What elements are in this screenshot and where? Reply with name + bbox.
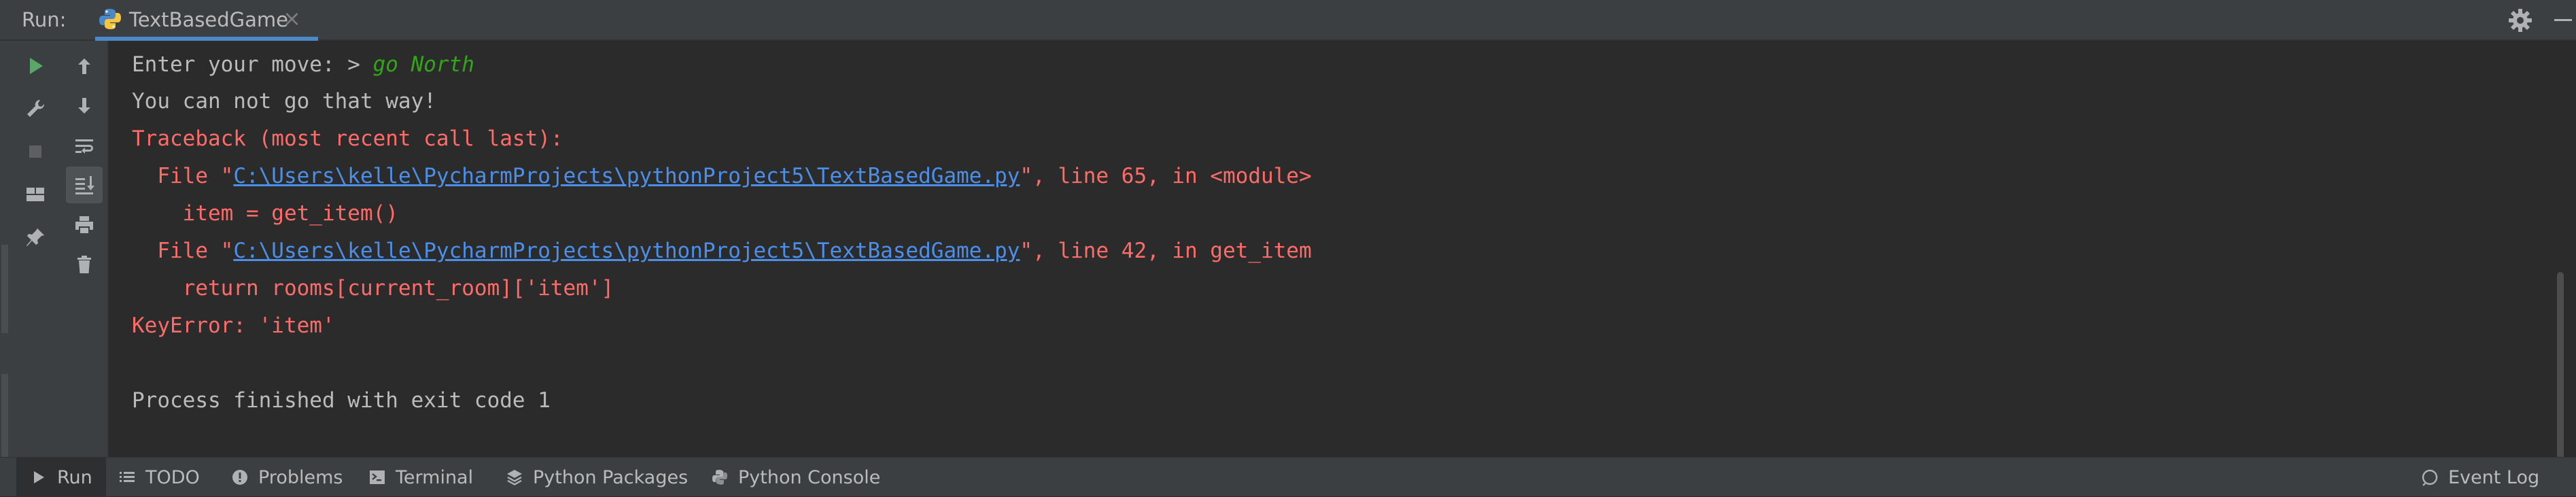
list-icon [120,472,135,482]
print-icon [75,216,93,235]
previous-occurrence-button[interactable] [66,48,103,85]
user-input: go North [372,52,474,77]
frame-suffix: ", line 42, in get_item [1020,239,1312,263]
play-icon [30,58,43,74]
side-tool-strip [0,41,12,483]
traceback-header: Traceback (most recent call last): [132,126,563,151]
run-label: Run: [22,8,67,31]
frame-prefix: File " [132,239,234,263]
rerun-button[interactable] [17,48,54,84]
tool-tab-todo[interactable]: TODO [118,458,200,497]
frame-suffix: ", line 65, in <module> [1020,164,1312,188]
gear-icon[interactable] [2507,7,2534,34]
wrench-icon [27,99,45,117]
trash-icon [77,256,91,273]
console-line: You can not go that way! [132,89,436,114]
traceback-frame: File "C:\Users\kelle\PycharmProjects\pyt… [132,158,1312,194]
tool-tab-problems[interactable]: Problems [231,458,343,497]
play-icon [34,471,44,483]
pin-tab-button[interactable] [17,219,54,256]
soft-wrap-button[interactable] [66,128,103,165]
minimize-icon[interactable] [2554,19,2572,21]
run-tool-window-header: Run: TextBasedGame × [0,0,2576,41]
error-message: KeyError: 'item' [132,313,335,338]
event-log-icon [2422,469,2438,486]
input-prompt: Enter your move: > [132,52,373,77]
tool-window-bar: Run TODO Problems Terminal Python Packag… [0,457,2576,497]
python-icon [712,470,727,485]
pin-icon [27,228,44,246]
structure-side-tab[interactable] [1,245,8,333]
traceback-code: return rooms[current_room]['item'] [132,276,614,301]
tool-tab-label: TODO [145,466,200,488]
scroll-to-end-button[interactable] [66,167,103,203]
run-toolbar-primary [11,41,60,457]
traceback-frame: File "C:\Users\kelle\PycharmProjects\pyt… [132,233,1312,269]
tool-tab-label: Run [57,466,92,488]
tool-tab-event-log[interactable]: Event Log [2421,458,2539,497]
console-line: Enter your move: > go North [132,46,474,83]
traceback-code: item = get_item() [132,201,398,226]
next-occurrence-button[interactable] [66,87,103,124]
edit-configuration-button[interactable] [17,90,54,127]
python-file-icon [99,9,121,29]
tab-label: TextBasedGame [129,8,289,31]
tool-tab-label: Python Packages [533,466,689,488]
tool-tab-python-packages[interactable]: Python Packages [506,458,688,497]
tool-tab-label: Python Console [738,466,881,488]
info-icon [232,470,247,485]
arrow-up-icon [78,58,90,74]
restore-layout-button[interactable] [17,176,54,213]
layers-icon [507,470,522,485]
run-toolbar-secondary [60,41,109,457]
file-path-link[interactable]: C:\Users\kelle\PycharmProjects\pythonPro… [233,164,1020,188]
exit-status-line: Process finished with exit code 1 [132,388,551,413]
terminal-icon [370,470,385,484]
close-icon[interactable]: × [283,5,301,31]
frame-prefix: File " [132,164,234,188]
arrow-down-icon [78,98,90,114]
scroll-to-end-icon [75,176,94,194]
layout-icon [27,188,44,201]
clear-all-button[interactable] [66,246,103,283]
tool-tab-label: Problems [258,466,343,488]
console-output[interactable]: Enter your move: > go North You can not … [110,41,2576,490]
soft-wrap-icon [75,139,93,154]
print-button[interactable] [66,207,103,243]
tool-tab-label: Event Log [2448,466,2540,488]
tool-tab-run[interactable]: Run [16,458,106,497]
tool-tab-label: Terminal [396,466,474,488]
tool-tab-terminal[interactable]: Terminal [368,458,473,497]
tab-textbasedgame[interactable]: TextBasedGame × [95,0,319,41]
stop-icon [29,145,41,158]
file-path-link[interactable]: C:\Users\kelle\PycharmProjects\pythonPro… [233,239,1020,263]
stop-button[interactable] [17,133,54,170]
tool-tab-python-console[interactable]: Python Console [711,458,880,497]
